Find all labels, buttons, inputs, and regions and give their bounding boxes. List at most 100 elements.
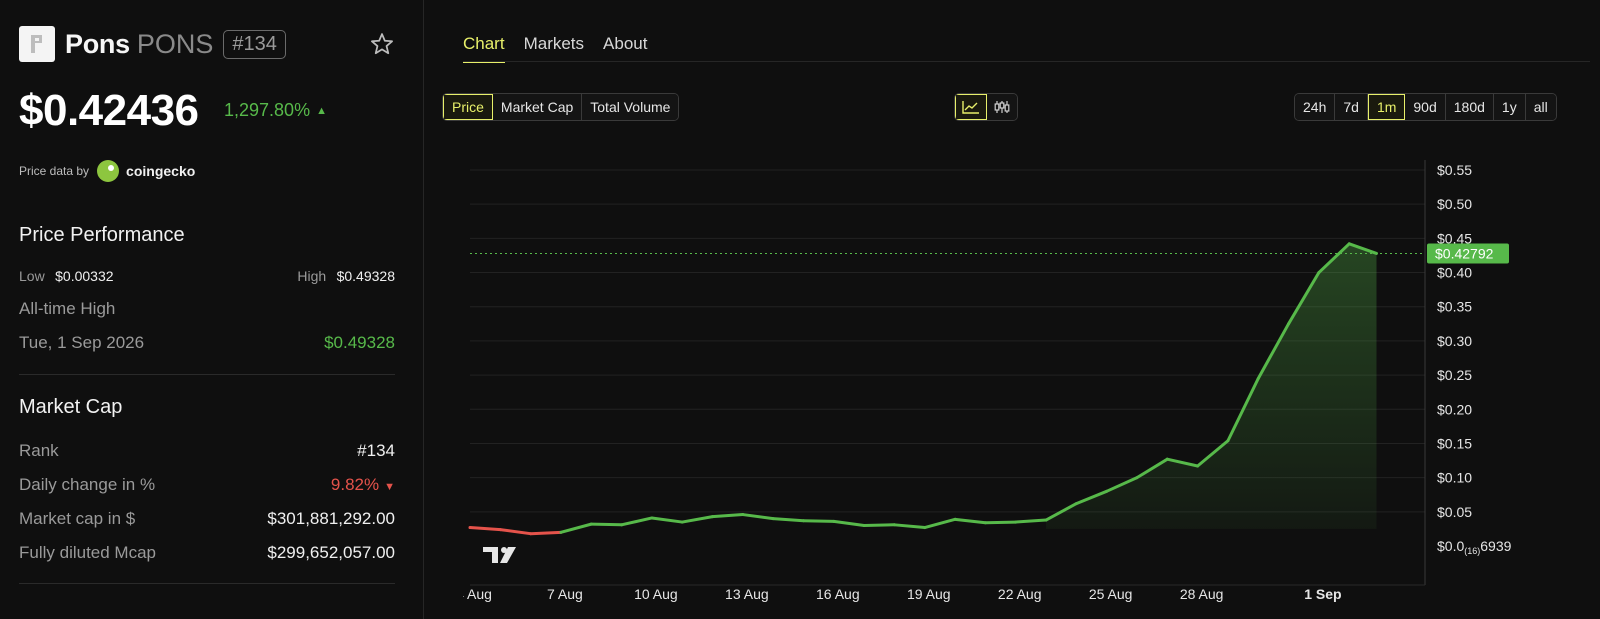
down-arrow-icon: ▼: [384, 481, 395, 493]
price-chart[interactable]: $0.55 $0.50 $0.45 $0.40 $0.35 $0.30 $0.25 $0.20…: [456, 150, 1600, 619]
x-tick-label: 25 Aug: [1089, 586, 1133, 602]
ath-value: $0.49328: [324, 333, 395, 352]
metric-total-volume-button[interactable]: Total Volume: [582, 94, 679, 120]
range-all-button[interactable]: all: [1525, 94, 1556, 120]
y-tick-label: $0.55: [1437, 162, 1472, 178]
divider: [19, 583, 395, 584]
high-value: $0.49328: [336, 268, 395, 284]
y-tick-label: $0.35: [1437, 299, 1472, 315]
price-line-segment: [559, 522, 593, 534]
daily-change-row: Daily change in % 9.82% ▼: [19, 475, 395, 495]
y-tick-label: $0.25: [1437, 367, 1472, 383]
coin-header: Pons PONS #134: [19, 26, 395, 62]
metric-price-button[interactable]: Price: [443, 94, 493, 120]
low-group: Low $0.00332: [19, 268, 114, 286]
market-cap-value: $301,881,292.00: [267, 509, 395, 528]
line-chart-icon: [962, 101, 979, 114]
market-cap-label: Market cap in $: [19, 509, 136, 528]
tab-about[interactable]: About: [603, 34, 647, 63]
y-tick-label: $0.10: [1437, 470, 1472, 486]
main-tabs: Chart Markets About: [463, 34, 666, 63]
tab-chart[interactable]: Chart: [463, 34, 505, 63]
x-tick-label: 19 Aug: [907, 586, 951, 602]
high-label: High: [297, 268, 327, 284]
daily-change-value: 9.82% ▼: [331, 475, 395, 495]
low-value: $0.00332: [55, 268, 114, 284]
price-line-segment: [468, 526, 502, 532]
range-1y-button[interactable]: 1y: [1493, 94, 1526, 120]
coin-name: Pons: [65, 28, 130, 59]
coingecko-logo-icon: [97, 160, 120, 182]
up-arrow-icon: ▲: [316, 105, 327, 117]
price-line-segment: [620, 516, 654, 527]
x-tick-label: 10 Aug: [634, 586, 678, 602]
divider: [19, 374, 395, 375]
x-tick-label: 16 Aug: [816, 586, 860, 602]
price-line-segment: [771, 517, 805, 523]
rank-row: Rank #134: [19, 441, 395, 461]
x-tick-label: 13 Aug: [725, 586, 769, 602]
low-label: Low: [19, 268, 45, 284]
rank-badge: #134: [223, 29, 286, 59]
price-line-segment: [832, 519, 866, 527]
price-line-segment: [801, 519, 836, 523]
candlestick-button[interactable]: [987, 94, 1017, 120]
y-tick-label: $0.30: [1437, 333, 1472, 349]
price-data-label: Price data by: [19, 164, 90, 178]
price-line-segment: [862, 523, 896, 527]
line-chart-button[interactable]: [955, 94, 987, 120]
daily-change-number: 9.82%: [330, 475, 380, 494]
price-line-segment: [650, 516, 684, 524]
y-tick-label: $0.15: [1437, 435, 1472, 451]
price-line-segment: [680, 515, 715, 524]
range-180d-button[interactable]: 180d: [1445, 94, 1494, 120]
tradingview-logo[interactable]: [483, 547, 516, 563]
y-tick-label: $0.05: [1437, 504, 1472, 520]
market-cap-row: Market cap in $ $301,881,292.00: [19, 509, 395, 529]
coingecko-link[interactable]: coingecko: [126, 163, 195, 179]
price-area-fill: [1046, 243, 1377, 529]
fdv-label: Fully diluted Mcap: [19, 543, 157, 562]
x-tick-label: 1 Sep: [1304, 586, 1341, 602]
pons-logo-icon: [19, 26, 55, 62]
price-change-value: 1,297.80%: [224, 100, 311, 120]
price-line-segment: [529, 530, 563, 536]
market-cap-title: Market Cap: [19, 396, 123, 418]
metric-market-cap-button[interactable]: Market Cap: [492, 94, 583, 120]
fdv-row: Fully diluted Mcap $299,652,057.00: [19, 543, 395, 563]
ath-label: All-time High: [19, 299, 116, 318]
price-line-segment: [741, 513, 775, 521]
price-line-segment: [498, 528, 533, 536]
range-7d-button[interactable]: 7d: [1335, 94, 1368, 120]
price-line-segment: [983, 520, 1018, 525]
range-1m-button[interactable]: 1m: [1367, 94, 1406, 120]
y-tick-label: $0.50: [1437, 196, 1472, 212]
time-range-selector: 24h 7d 1m 90d 180d 1y all: [1294, 93, 1557, 121]
x-tick-label: 4 Aug: [463, 586, 492, 602]
ath-row: Tue, 1 Sep 2026 $0.49328: [19, 333, 395, 353]
rank-value: #134: [357, 441, 395, 460]
coin-ticker: PONS: [136, 28, 214, 59]
current-price-label: $0.42792: [1435, 245, 1494, 261]
x-tick-label: 28 Aug: [1180, 586, 1224, 602]
range-90d-button[interactable]: 90d: [1405, 94, 1446, 120]
price-line-segment: [1014, 518, 1048, 524]
coin-summary-panel: Pons PONS #134 $0.42436 1,297.80% ▲ Price…: [0, 0, 424, 619]
price-line-segment: [711, 513, 745, 519]
x-tick-label: 22 Aug: [998, 586, 1042, 602]
y-tick-label-bottom: $0.0(16)6939: [1437, 538, 1512, 556]
price-performance-title: Price Performance: [19, 224, 185, 246]
range-24h-button[interactable]: 24h: [1295, 94, 1336, 120]
ath-label-row: All-time High: [19, 299, 395, 319]
daily-change-label: Daily change in %: [19, 475, 156, 494]
tab-markets[interactable]: Markets: [524, 34, 584, 63]
price-line-segment: [892, 523, 927, 530]
current-price: $0.42436: [19, 86, 199, 135]
chart-type-selector: [954, 93, 1018, 121]
metric-selector: Price Market Cap Total Volume: [442, 93, 680, 121]
price-line-segment: [953, 517, 987, 525]
star-icon[interactable]: [369, 31, 395, 57]
price-data-attribution: Price data by coingecko: [19, 160, 195, 182]
tabs-underline: [463, 61, 1590, 62]
y-tick-label: $0.40: [1437, 265, 1472, 281]
